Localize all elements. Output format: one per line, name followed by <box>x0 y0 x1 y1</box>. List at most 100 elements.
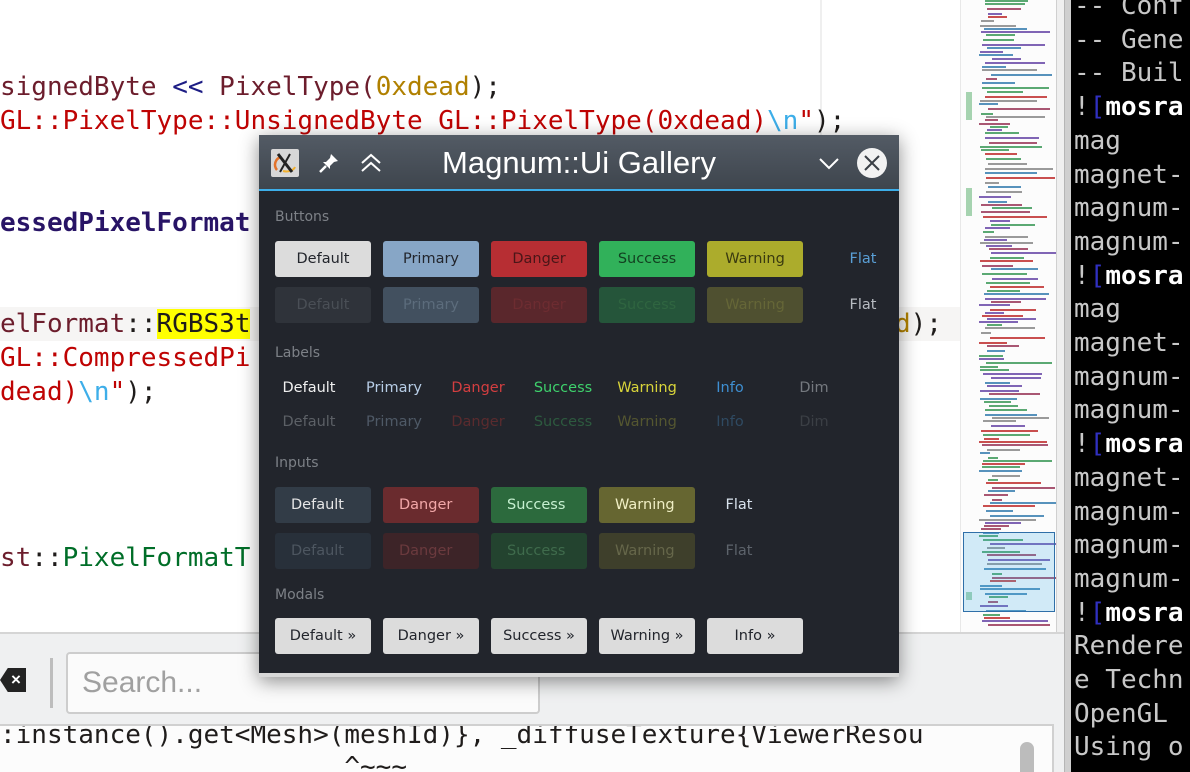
minimap-line <box>985 132 1019 134</box>
code-token: dead) <box>0 377 79 407</box>
minimap-line <box>985 153 1017 155</box>
terminal-splitter[interactable] <box>1064 0 1071 772</box>
button-danger[interactable]: Danger <box>491 241 587 277</box>
minimap-line <box>980 398 1017 400</box>
code-line: elFormat::RGBS3t <box>0 307 251 341</box>
minimap[interactable] <box>960 0 1056 632</box>
window-titlebar[interactable]: Magnum::Ui Gallery <box>259 135 899 191</box>
disabled-button-danger: Danger <box>491 287 587 323</box>
code-token: " <box>109 377 126 407</box>
app-x-icon[interactable] <box>271 149 299 177</box>
close-icon[interactable] <box>857 148 887 178</box>
terminal-line: e Techn <box>1074 665 1184 695</box>
minimap-line <box>979 304 1010 306</box>
minimap-viewport-indicator[interactable] <box>963 532 1055 612</box>
code-line: GL::CompressedPi <box>0 341 250 375</box>
minimap-line <box>979 441 1047 443</box>
input-danger[interactable]: Danger <box>383 487 479 523</box>
minimap-line <box>990 337 1045 339</box>
minimap-line <box>987 8 1021 10</box>
modal-button-default[interactable]: Default » <box>275 618 371 654</box>
button-primary[interactable]: Primary <box>383 241 479 277</box>
editor-scrollbar[interactable] <box>1056 0 1064 632</box>
output-scrollbar[interactable] <box>1020 742 1034 772</box>
minimap-line <box>987 324 1002 326</box>
minimap-line <box>991 377 1041 379</box>
code-token: ); <box>813 106 846 136</box>
code-token: " <box>798 106 814 136</box>
disabled-label-info: Info <box>716 414 744 430</box>
minimap-line <box>987 318 1036 320</box>
input-flat[interactable]: Flat <box>691 487 787 523</box>
minimap-line <box>982 466 1020 468</box>
minimap-line <box>985 227 1010 229</box>
terminal-prompt-user: mosra <box>1105 92 1184 123</box>
terminal-line: ![mosra <box>1074 596 1184 630</box>
minimap-line <box>990 126 1008 128</box>
minimap-line <box>979 358 1004 360</box>
minimap-line <box>986 34 1015 36</box>
double-chevron-up-icon[interactable] <box>357 149 385 177</box>
terminal-line: magnum- <box>1074 563 1184 594</box>
minimap-line <box>979 54 1013 56</box>
terminal-line: ![mosra <box>1074 259 1184 293</box>
terminal-panel[interactable]: -- Conf -- Gene -- Buil ![mosra mag magnet-ma… <box>1071 0 1190 772</box>
minimap-line <box>984 438 999 440</box>
minimap-change-marker <box>966 188 972 216</box>
button-flat[interactable]: Flat <box>815 241 911 277</box>
minimap-line <box>982 87 1049 89</box>
minimap-line <box>982 444 1048 446</box>
terminal-prompt-bracket: [ <box>1089 597 1106 628</box>
minimap-line <box>985 236 1028 238</box>
minimap-line <box>992 417 1049 419</box>
minimap-line <box>989 142 1037 144</box>
minimap-line <box>979 355 1003 357</box>
button-default[interactable]: Default <box>275 241 371 277</box>
minimap-line <box>979 123 1010 125</box>
pin-icon[interactable] <box>315 149 343 177</box>
minimap-line <box>981 149 1009 151</box>
build-output-text[interactable]: :instance().get<Mesh>(meshId)}, _diffuse… <box>0 724 1054 772</box>
terminal-line: magnum- <box>1074 193 1184 224</box>
modal-button-success[interactable]: Success » <box>491 618 587 654</box>
terminal-line: -- Gene <box>1074 24 1184 55</box>
disabled-label-warning: Warning <box>617 414 677 430</box>
minimap-line <box>988 108 1050 110</box>
minimap-line <box>981 31 1050 33</box>
disabled-button-success: Success <box>599 287 695 323</box>
terminal-prompt-bang: ! <box>1074 260 1090 291</box>
terminal-line: Using o <box>1074 732 1184 763</box>
code-token: signedByte <box>0 72 173 102</box>
minimap-line <box>979 519 1036 521</box>
disabled-input-danger: Danger <box>383 533 479 569</box>
code-line: essedPixelFormat <box>0 206 250 240</box>
modal-button-warning[interactable]: Warning » <box>599 618 695 654</box>
input-success[interactable]: Success <box>491 487 587 523</box>
minimap-line <box>983 420 1016 422</box>
input-warning[interactable]: Warning <box>599 487 695 523</box>
minimap-line <box>984 28 1027 30</box>
minimap-line <box>985 62 1045 64</box>
minimap-line <box>985 172 1037 174</box>
button-warning[interactable]: Warning <box>707 241 803 277</box>
minimap-line <box>983 231 994 233</box>
code-token: RGBS3t <box>156 309 251 339</box>
label-warning: Warning <box>617 380 677 396</box>
terminal-prompt-bang: ! <box>1074 597 1090 628</box>
minimap-line <box>987 345 1019 347</box>
terminal-line: mag <box>1074 294 1121 325</box>
input-default[interactable]: Default <box>275 487 371 523</box>
chevron-down-icon[interactable] <box>815 149 843 177</box>
modal-button-info[interactable]: Info » <box>707 618 803 654</box>
modal-button-danger[interactable]: Danger » <box>383 618 479 654</box>
code-token: << <box>172 72 204 102</box>
output-line: ^~~~ <box>0 752 407 772</box>
minimap-line <box>987 449 1020 451</box>
minimap-line <box>986 191 1022 193</box>
button-success[interactable]: Success <box>599 241 695 277</box>
minimap-line <box>979 342 1007 344</box>
clear-icon[interactable]: × <box>0 668 26 692</box>
minimap-line <box>985 119 998 121</box>
code-token: \n <box>78 377 110 407</box>
minimap-line <box>981 204 1022 206</box>
